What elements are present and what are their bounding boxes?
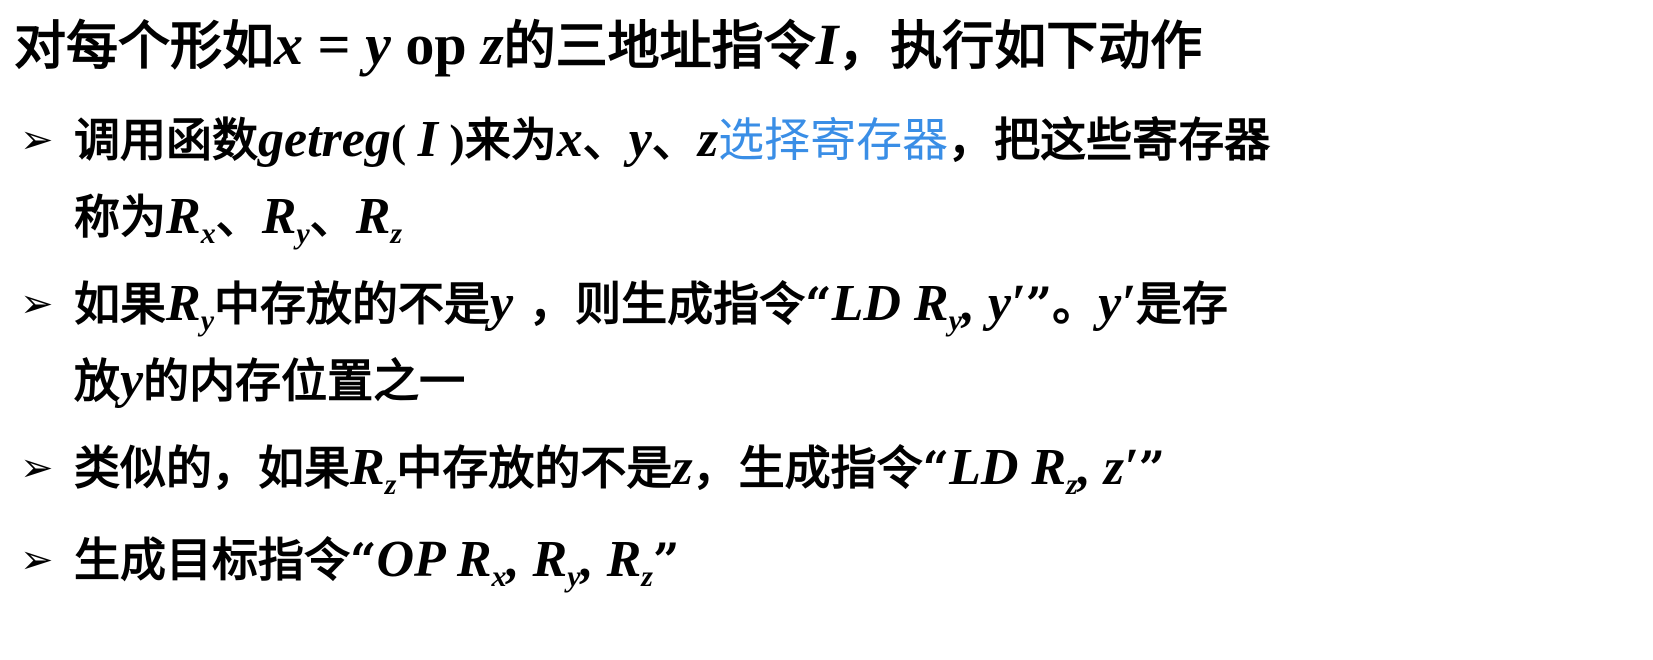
paren-open: ( (390, 115, 418, 166)
subscript-x: x (200, 217, 216, 250)
bullet-2-line-1: 如果Ry中存放的不是y ，则生成指令“LD Ry, y′”。y′是存 (74, 278, 1228, 336)
instruction-code: , R (506, 531, 568, 588)
bullet-4-line-1: 生成目标指令“OP Rx, Ry, Rz” (74, 534, 679, 592)
text: 中存放的不是 (214, 277, 491, 331)
instruction-code: , y′ (961, 275, 1026, 332)
register-R: R (355, 188, 391, 245)
var-z: z (481, 12, 504, 77)
var-x: x (274, 12, 304, 77)
subscript-z: z (384, 468, 397, 501)
text: ” (1138, 441, 1166, 495)
text: 类似的，如果 (74, 441, 350, 495)
bullet-3-line-1: 类似的，如果Rz中存放的不是z，生成指令“LD Rz, z′” (74, 442, 1165, 500)
subscript-z: z (641, 560, 653, 593)
bullet-2-line-2: 放y的内存位置之一 (74, 355, 465, 407)
heading-middle: 的三地址指令 (503, 16, 816, 77)
text: 的内存位置之一 (143, 354, 466, 408)
op-keyword: op (390, 12, 482, 77)
register-R: R (166, 275, 201, 332)
text: ，生成指令“ (692, 441, 950, 495)
var-z: z (672, 439, 693, 496)
var-y-prime: y′ (1098, 275, 1136, 332)
instruction-code: LD R (831, 275, 949, 332)
bullet-1-line-2: 称为Rx、Ry、Rz (74, 191, 402, 249)
slide: 对每个形如x = y op z的三地址指令I，执行如下动作 ➢ 调用函数getr… (0, 0, 1653, 660)
bullet-arrow-icon: ➢ (20, 117, 54, 163)
subscript-z: z (1066, 468, 1078, 501)
bullet-arrow-icon: ➢ (20, 281, 54, 327)
text: 中存放的不是 (396, 441, 673, 495)
separator: 、 (309, 190, 356, 244)
subscript-y: y (296, 217, 310, 250)
text: 来为 (464, 113, 557, 167)
separator: 、 (651, 113, 698, 167)
instruction-code: , R (580, 531, 642, 588)
bullet-arrow-icon: ➢ (20, 537, 54, 583)
var-y: y (490, 275, 514, 332)
separator: 、 (215, 190, 262, 244)
subscript-y: y (200, 304, 215, 337)
text: 称为 (74, 190, 166, 244)
text: 生成目标指令“ (74, 533, 377, 587)
register-R: R (350, 439, 385, 496)
register-R: R (166, 188, 201, 245)
paren-close: ) (437, 115, 465, 166)
heading-suffix: ，执行如下动作 (838, 16, 1203, 77)
subscript-z: z (390, 217, 403, 250)
subscript-y: y (567, 560, 581, 593)
instruction-code: LD R (949, 439, 1067, 496)
var-I: I (417, 111, 438, 168)
register-R: R (261, 188, 297, 245)
text: ，则生成指令“ (513, 277, 832, 331)
instruction-code: OP R (376, 531, 492, 588)
text: 放 (74, 354, 120, 408)
equals-sign: = (303, 12, 366, 77)
bullet-1-line-1: 调用函数getreg( I )来为x、y、z选择寄存器，把这些寄存器 (74, 114, 1270, 166)
text: 如果 (74, 277, 166, 331)
separator: 、 (582, 113, 629, 167)
subscript-x: x (491, 560, 507, 593)
subscript-y: y (948, 304, 962, 337)
text: ”。 (1025, 277, 1099, 331)
var-y: y (628, 111, 652, 168)
var-y: y (120, 352, 144, 409)
text: 是存 (1135, 277, 1228, 331)
highlighted-text: 选择寄存器 (718, 113, 949, 167)
var-z: z (697, 111, 719, 168)
instruction-code: , z′ (1077, 439, 1139, 496)
text: ，把这些寄存器 (948, 113, 1271, 167)
var-x: x (556, 111, 583, 168)
var-y: y (365, 12, 391, 77)
text: 调用函数 (74, 113, 258, 167)
text: ” (652, 533, 680, 587)
var-I: I (815, 12, 839, 77)
function-name: getreg (258, 111, 391, 168)
heading-line: 对每个形如x = y op z的三地址指令I，执行如下动作 (14, 16, 1202, 74)
heading-prefix: 对每个形如 (14, 16, 275, 77)
bullet-arrow-icon: ➢ (20, 445, 54, 491)
